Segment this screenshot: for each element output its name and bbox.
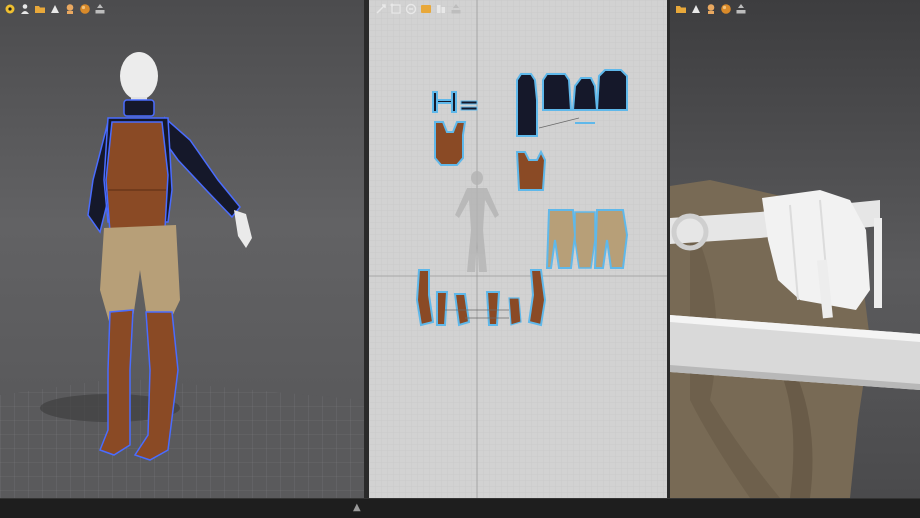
- grading-button[interactable]: [435, 3, 447, 15]
- pattern-canvas: [369, 0, 667, 498]
- pattern-jacket-front[interactable]: [542, 73, 573, 111]
- pattern-boot-6[interactable]: [508, 297, 522, 326]
- viewport-3d-scene: [0, 52, 364, 498]
- pattern-jacket-back[interactable]: [571, 77, 599, 111]
- export-button[interactable]: [735, 3, 747, 15]
- closeup-toolbar: [675, 3, 747, 15]
- bottom-bar: ▲: [0, 498, 920, 518]
- pattern-trouser-middle[interactable]: [574, 211, 596, 269]
- folder-icon: [676, 6, 686, 13]
- closeup-viewport[interactable]: [670, 0, 920, 498]
- avatar-head: [120, 52, 158, 100]
- floor-grid: [0, 378, 364, 498]
- sewing-icon: [405, 3, 417, 15]
- pattern-trouser-back[interactable]: [593, 209, 629, 269]
- closeup-scene: [670, 180, 920, 498]
- pattern-boot-2[interactable]: [436, 291, 449, 326]
- pattern-sleeve[interactable]: [516, 73, 538, 137]
- export-pattern-icon: [451, 4, 461, 14]
- pattern-folder-icon: [421, 5, 431, 13]
- skin-tone-icon: [707, 4, 715, 14]
- pattern-trouser-front[interactable]: [545, 209, 577, 269]
- skin-tone-button[interactable]: [705, 3, 717, 15]
- edit-point-icon: [390, 3, 401, 14]
- sewing-button[interactable]: [405, 3, 417, 15]
- texture-sphere-icon: [721, 4, 731, 14]
- transform-tool-icon: [376, 4, 386, 14]
- texture-sphere-button[interactable]: [720, 3, 732, 15]
- folder-button[interactable]: [675, 3, 687, 15]
- panel-toggle-button[interactable]: ▲: [353, 502, 361, 513]
- pattern-window-toolbar: [375, 3, 462, 15]
- transform-tool-button[interactable]: [375, 3, 387, 15]
- pattern-folder-button[interactable]: [420, 3, 432, 15]
- viewport-3d[interactable]: [0, 0, 364, 498]
- grading-icon: [437, 5, 445, 13]
- pattern-boot-4[interactable]: [485, 291, 501, 326]
- export-pattern-button[interactable]: [450, 3, 462, 15]
- export-icon: [736, 4, 746, 14]
- garment-icon: [692, 5, 700, 13]
- pattern-window[interactable]: [369, 0, 667, 498]
- garment-button[interactable]: [690, 3, 702, 15]
- pattern-jacket-side[interactable]: [595, 69, 628, 111]
- edit-point-button[interactable]: [390, 3, 402, 15]
